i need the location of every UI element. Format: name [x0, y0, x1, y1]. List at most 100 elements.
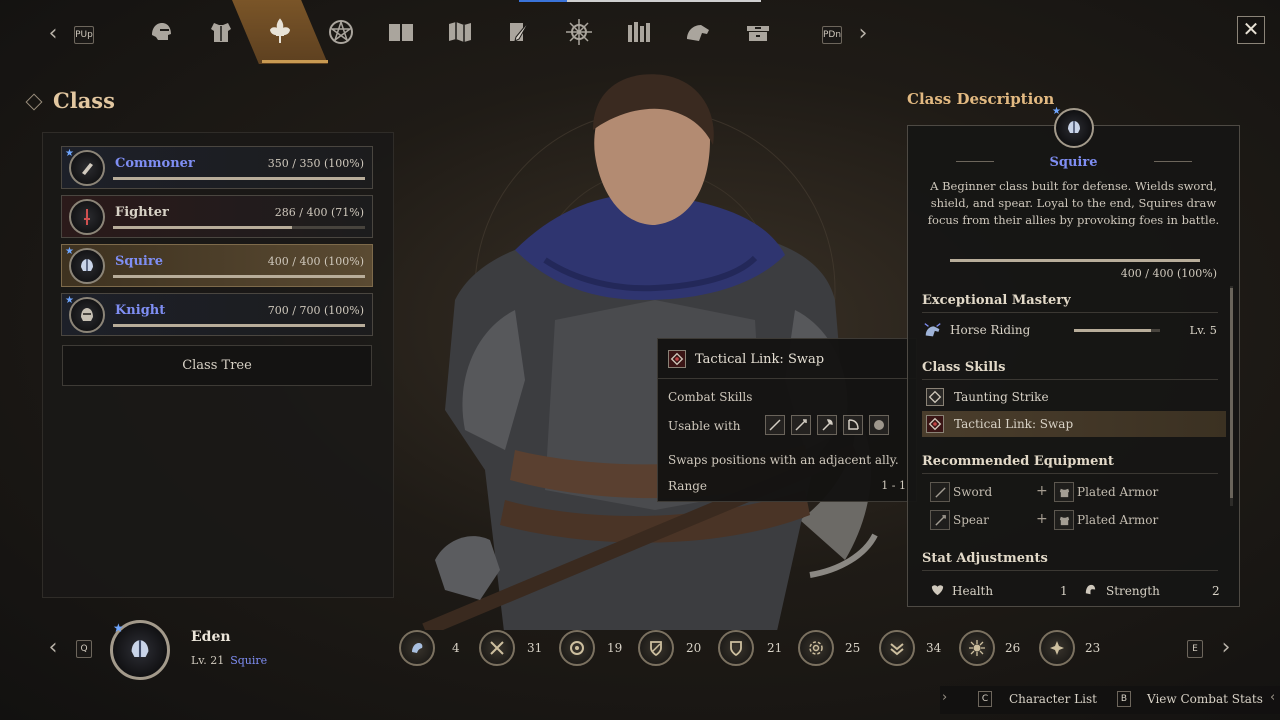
mastery-title: Exceptional Mastery — [922, 293, 1071, 308]
stat-value: 2 — [1212, 584, 1220, 598]
equipment-armor: Plated Armor — [1077, 513, 1159, 527]
footer-right-ornament-icon: ‹ — [1270, 690, 1276, 705]
tooltip-range-label: Range — [668, 479, 707, 493]
stat-value: 21 — [767, 641, 783, 655]
shield-sword-icon — [638, 630, 674, 666]
class-row-knight[interactable]: ★ Knight 700 / 700 (100%) — [61, 293, 373, 336]
class-row-commoner[interactable]: ★ Commoner 350 / 350 (100%) — [61, 146, 373, 189]
stat-value: 20 — [686, 641, 702, 655]
diamond-ornament-icon — [25, 93, 43, 111]
equipment-weapon: Spear — [953, 513, 989, 527]
divider — [922, 473, 1218, 474]
fleur-de-lis-icon[interactable] — [263, 12, 297, 52]
nav-progress-bar — [519, 0, 761, 2]
plated-armor-icon — [1054, 482, 1074, 502]
top-navigation: ‹ PUp PDn › ✕ — [0, 0, 1280, 64]
equipment-title: Recommended Equipment — [922, 454, 1114, 469]
stat-value: 34 — [926, 641, 942, 655]
book-icon[interactable] — [384, 12, 418, 52]
class-skills-title: Class Skills — [922, 360, 1006, 375]
equipment-row: Spear + Plated Armor — [922, 509, 1226, 531]
character-list-key: C — [978, 691, 992, 707]
bow-icon — [843, 415, 863, 435]
spear-icon — [930, 510, 950, 530]
star-burst-icon — [1039, 630, 1075, 666]
mastery-progress-bar — [1074, 329, 1160, 332]
squire-emblem-icon — [69, 248, 105, 284]
tooltip-description: Swaps positions with an adjacent ally. — [668, 453, 899, 467]
class-row-fighter[interactable]: Fighter 286 / 400 (71%) — [61, 195, 373, 238]
commoner-emblem-icon — [69, 150, 105, 186]
taunting-strike-icon — [926, 388, 944, 406]
class-name: Commoner — [115, 156, 195, 171]
class-exp: 700 / 700 (100%) — [267, 304, 364, 317]
character-level-line: Lv. 21 Squire — [191, 654, 267, 667]
shield-icon — [869, 415, 889, 435]
prev-character-arrow-icon[interactable]: ‹ — [43, 636, 63, 660]
description-class-name: Squire — [1049, 155, 1098, 170]
skill-name: Taunting Strike — [954, 390, 1049, 404]
equipment-weapon: Sword — [953, 485, 993, 499]
helmet-icon[interactable] — [144, 12, 178, 52]
nav-prev-key: PUp — [74, 26, 94, 44]
character-level: Lv. 21 — [191, 654, 225, 667]
character-class-emblem[interactable]: ★ — [110, 620, 170, 680]
mastery-level: Lv. 5 — [1189, 323, 1217, 337]
character-list-button[interactable]: Character List — [1009, 692, 1097, 706]
pentagram-icon[interactable] — [324, 12, 358, 52]
class-row-squire[interactable]: ★ Squire 400 / 400 (100%) — [61, 244, 373, 287]
class-name: Knight — [115, 303, 166, 318]
class-exp: 350 / 350 (100%) — [267, 157, 364, 170]
class-exp-bar — [113, 324, 365, 327]
scrollbar-thumb[interactable] — [1230, 288, 1233, 498]
nav-next-arrow-icon[interactable]: › — [853, 22, 873, 46]
squire-emblem-icon: ★ — [1052, 106, 1094, 148]
divider — [922, 570, 1218, 571]
axe-icon — [817, 415, 837, 435]
quill-icon[interactable] — [502, 12, 536, 52]
sword-icon — [765, 415, 785, 435]
tooltip-category: Combat Skills — [668, 390, 753, 404]
class-exp-bar — [113, 177, 365, 180]
combat-stats-key: B — [1117, 691, 1131, 707]
stat-value: 31 — [527, 641, 543, 655]
close-button[interactable]: ✕ — [1237, 16, 1265, 44]
class-exp: 286 / 400 (71%) — [274, 206, 364, 219]
map-icon[interactable] — [443, 12, 477, 52]
armor-icon[interactable] — [204, 12, 238, 52]
stat-value: 4 — [452, 641, 460, 655]
nav-prev-arrow-icon[interactable]: ‹ — [43, 22, 63, 46]
character-bar: ‹ Q ★ Eden Lv. 21 Squire 4 31 19 20 21 25… — [0, 612, 1280, 684]
divider — [922, 379, 1218, 380]
skill-row-tactical-link[interactable]: Tactical Link: Swap — [922, 411, 1226, 437]
stat-value: 26 — [1005, 641, 1021, 655]
compass-icon[interactable] — [562, 12, 596, 52]
tooltip-title: Tactical Link: Swap — [695, 352, 825, 367]
tactical-link-icon — [668, 350, 686, 368]
sun-icon — [959, 630, 995, 666]
star-icon: ★ — [65, 246, 74, 257]
class-exp-bar — [113, 275, 365, 278]
class-tree-button[interactable]: Class Tree — [62, 345, 372, 386]
class-name: Fighter — [115, 205, 169, 220]
star-icon: ★ — [1052, 106, 1061, 117]
skill-name: Tactical Link: Swap — [954, 417, 1074, 431]
equipment-row: Sword + Plated Armor — [922, 481, 1226, 503]
next-character-arrow-icon[interactable]: › — [1216, 636, 1236, 660]
character-class: Squire — [230, 654, 268, 667]
description-exp: 400 / 400 (100%) — [1120, 267, 1217, 280]
star-icon: ★ — [65, 148, 74, 159]
class-list-panel: ★ Commoner 350 / 350 (100%) Fighter 286 … — [42, 132, 394, 598]
next-character-key: E — [1187, 640, 1203, 658]
fighter-emblem-icon — [69, 199, 105, 235]
view-combat-stats-button[interactable]: View Combat Stats — [1147, 692, 1263, 706]
horse-icon[interactable] — [681, 12, 715, 52]
class-exp: 400 / 400 (100%) — [267, 255, 364, 268]
stat-adjustment-row: Health 1 Strength 2 — [922, 581, 1226, 601]
skill-row-taunting-strike[interactable]: Taunting Strike — [922, 384, 1226, 410]
library-icon[interactable] — [622, 12, 656, 52]
chest-icon[interactable] — [741, 12, 775, 52]
plus-icon: + — [1036, 483, 1048, 499]
divider — [922, 312, 1218, 313]
horse-riding-icon — [922, 319, 944, 341]
